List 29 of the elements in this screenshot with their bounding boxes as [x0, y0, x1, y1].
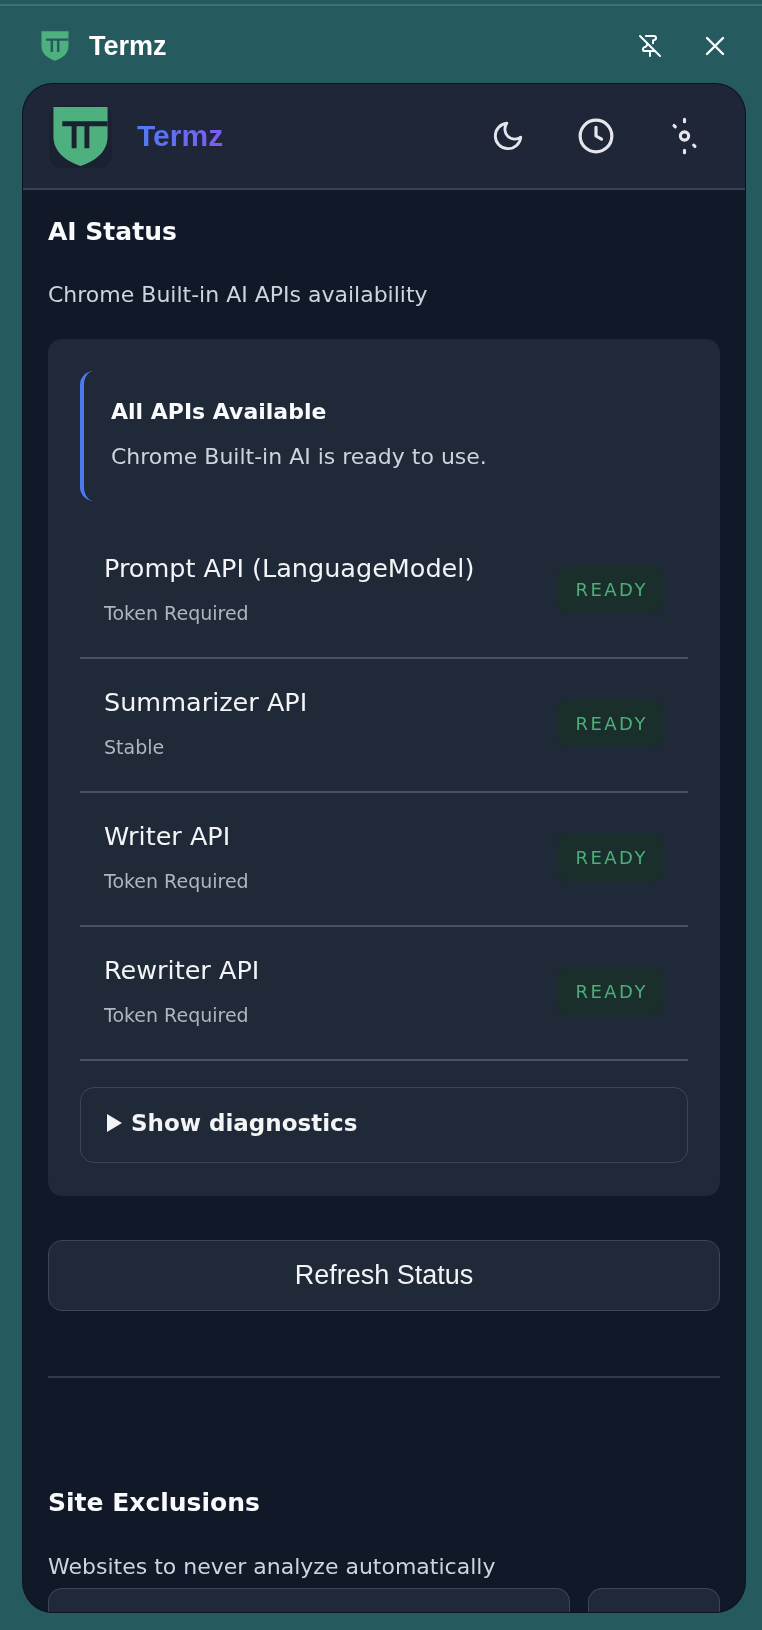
api-name: Writer API: [104, 821, 232, 852]
api-subtitle: Token Required: [104, 869, 250, 894]
section-title: AI Status: [48, 216, 178, 247]
api-subtitle: Stable: [104, 735, 166, 760]
diagnostics-toggle[interactable]: Show diagnostics: [80, 1086, 688, 1163]
section-description: Chrome Built-in AI APIs availability: [48, 281, 429, 309]
api-name: Rewriter API: [104, 955, 261, 986]
clock-icon[interactable]: [577, 117, 615, 155]
crossed-pin-icon[interactable]: [638, 34, 662, 58]
shield-icon: [41, 30, 69, 62]
api-name: Summarizer API: [104, 687, 309, 718]
alert-message: Chrome Built-in AI is ready to use.: [111, 442, 488, 471]
window-title: Termz: [89, 30, 167, 62]
section-description: Websites to never analyze automatically: [48, 1553, 497, 1582]
alert-title: All APIs Available: [111, 398, 328, 426]
api-subtitle: Token Required: [104, 1003, 250, 1028]
api-subtitle: Token Required: [104, 600, 250, 626]
moon-icon[interactable]: [491, 119, 525, 153]
close-icon[interactable]: [705, 36, 725, 56]
status-badge: READY: [557, 968, 663, 1016]
status-badge: READY: [557, 699, 663, 747]
shield-logo-icon: [49, 104, 112, 168]
refresh-button[interactable]: Refresh Status: [48, 1239, 720, 1311]
section-title: Site Exclusions: [48, 1488, 261, 1519]
sun-icon[interactable]: [670, 117, 699, 155]
status-badge: READY: [557, 834, 663, 882]
api-name: Prompt API (LanguageModel): [104, 553, 476, 584]
status-badge: READY: [557, 565, 663, 613]
input-field[interactable]: [48, 1588, 570, 1612]
